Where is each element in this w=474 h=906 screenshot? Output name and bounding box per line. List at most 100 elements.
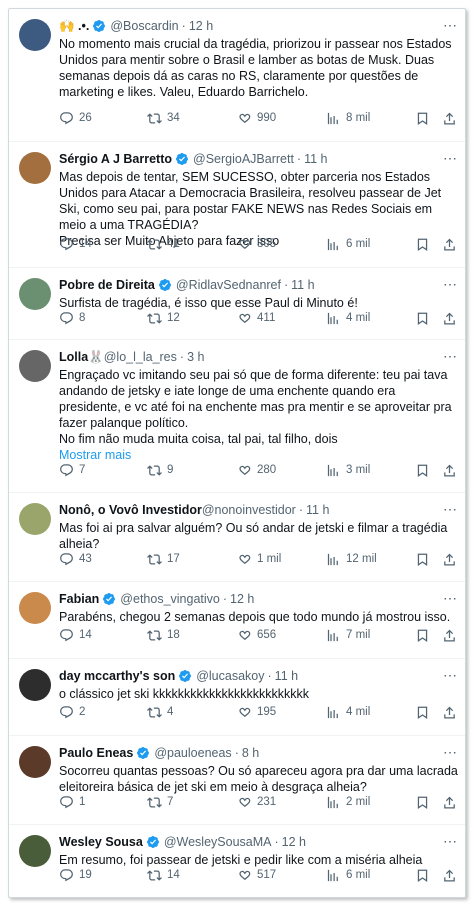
reply-tweet[interactable]: Pobre de Direita @RidlavSednanref · 11 h… (9, 268, 465, 340)
avatar[interactable] (19, 592, 51, 624)
bookmark-button[interactable] (415, 793, 430, 811)
display-name[interactable]: 🙌 .•. (59, 19, 89, 34)
reply-button[interactable]: 26 (59, 109, 92, 127)
views-button[interactable]: 12 mil (326, 550, 377, 568)
avatar[interactable] (19, 835, 51, 867)
bookmark-button[interactable] (415, 235, 430, 253)
retweet-button[interactable]: 7 (147, 793, 173, 811)
avatar[interactable] (19, 19, 51, 51)
retweet-button[interactable]: 12 (147, 309, 180, 327)
user-handle[interactable]: @pauloeneas (154, 746, 231, 760)
display-name[interactable]: Paulo Eneas (59, 746, 133, 760)
like-button[interactable]: 280 (237, 461, 276, 479)
timestamp[interactable]: 12 h (282, 835, 306, 849)
timestamp[interactable]: 11 h (306, 503, 329, 517)
share-button[interactable] (442, 461, 457, 479)
views-button[interactable]: 7 mil (326, 626, 370, 644)
bookmark-button[interactable] (415, 550, 430, 568)
views-button[interactable]: 6 mil (326, 866, 370, 884)
timestamp[interactable]: 11 h (291, 278, 314, 292)
user-handle[interactable]: @Boscardin (110, 19, 178, 33)
reply-tweet[interactable]: Fabian @ethos_vingativo · 12 h Parabéns,… (9, 582, 465, 659)
like-button[interactable]: 805 (237, 235, 276, 253)
display-name[interactable]: Wesley Sousa (59, 835, 143, 849)
avatar[interactable] (19, 503, 51, 535)
retweet-button[interactable]: 4 (147, 703, 173, 721)
user-handle[interactable]: @lo_l_la_res (104, 350, 177, 364)
user-handle[interactable]: @RidlavSednanref (176, 278, 281, 292)
reply-button[interactable]: 14 (59, 235, 92, 253)
display-name[interactable]: Sérgio A J Barretto (59, 152, 172, 166)
display-name[interactable]: Fabian (59, 592, 99, 606)
retweet-button[interactable]: 18 (147, 626, 180, 644)
views-button[interactable]: 3 mil (326, 461, 370, 479)
more-options-icon[interactable]: ⋯ (443, 276, 457, 293)
bookmark-button[interactable] (415, 309, 430, 327)
share-button[interactable] (442, 309, 457, 327)
retweet-button[interactable]: 9 (147, 461, 173, 479)
user-handle[interactable]: @lucasakoy (196, 669, 264, 683)
reply-tweet[interactable]: Nonô, o Vovô Investidor @nonoinvestidor … (9, 493, 465, 582)
avatar[interactable] (19, 350, 51, 382)
reply-tweet[interactable]: Paulo Eneas @pauloeneas · 8 h Socorreu q… (9, 736, 465, 825)
views-button[interactable]: 8 mil (326, 109, 370, 127)
more-options-icon[interactable]: ⋯ (443, 667, 457, 684)
views-button[interactable]: 4 mil (326, 309, 370, 327)
share-button[interactable] (442, 866, 457, 884)
like-button[interactable]: 517 (237, 866, 276, 884)
more-options-icon[interactable]: ⋯ (443, 501, 457, 518)
more-options-icon[interactable]: ⋯ (443, 744, 457, 761)
user-handle[interactable]: @ethos_vingativo (120, 592, 220, 606)
timestamp[interactable]: 11 h (304, 152, 327, 166)
more-options-icon[interactable]: ⋯ (443, 348, 457, 365)
avatar[interactable] (19, 669, 51, 701)
reply-button[interactable]: 8 (59, 309, 85, 327)
retweet-button[interactable]: 14 (147, 866, 180, 884)
like-button[interactable]: 656 (237, 626, 276, 644)
user-handle[interactable]: @SergioAJBarrett (193, 152, 294, 166)
share-button[interactable] (442, 550, 457, 568)
views-button[interactable]: 6 mil (326, 235, 370, 253)
retweet-button[interactable]: 41 (147, 235, 180, 253)
retweet-button[interactable]: 17 (147, 550, 180, 568)
like-button[interactable]: 990 (237, 109, 276, 127)
reply-tweet[interactable]: 🙌 .•. @Boscardin · 12 h No momento mais … (9, 9, 465, 142)
display-name[interactable]: Nonô, o Vovô Investidor (59, 503, 202, 517)
share-button[interactable] (442, 109, 457, 127)
more-options-icon[interactable]: ⋯ (443, 590, 457, 607)
share-button[interactable] (442, 235, 457, 253)
user-handle[interactable]: @nonoinvestidor (202, 503, 296, 517)
views-button[interactable]: 2 mil (326, 793, 370, 811)
reply-tweet[interactable]: Wesley Sousa @WesleySousaMA · 12 h Em re… (9, 825, 465, 897)
reply-button[interactable]: 7 (59, 461, 85, 479)
display-name[interactable]: Pobre de Direita (59, 278, 155, 292)
more-options-icon[interactable]: ⋯ (443, 833, 457, 850)
avatar[interactable] (19, 278, 51, 310)
more-options-icon[interactable]: ⋯ (443, 17, 457, 34)
reply-button[interactable]: 14 (59, 626, 92, 644)
share-button[interactable] (442, 703, 457, 721)
reply-button[interactable]: 43 (59, 550, 92, 568)
reply-tweet[interactable]: Sérgio A J Barretto @SergioAJBarrett · 1… (9, 142, 465, 268)
more-options-icon[interactable]: ⋯ (443, 150, 457, 167)
bookmark-button[interactable] (415, 703, 430, 721)
timestamp[interactable]: 12 h (230, 592, 254, 606)
retweet-button[interactable]: 34 (147, 109, 180, 127)
reply-button[interactable]: 1 (59, 793, 85, 811)
like-button[interactable]: 1 mil (237, 550, 281, 568)
bookmark-button[interactable] (415, 109, 430, 127)
like-button[interactable]: 195 (237, 703, 276, 721)
avatar[interactable] (19, 746, 51, 778)
user-handle[interactable]: @WesleySousaMA (164, 835, 272, 849)
reply-tweet[interactable]: Lolla🐰 @lo_l_la_res · 3 h Engraçado vc i… (9, 340, 465, 493)
bookmark-button[interactable] (415, 866, 430, 884)
views-button[interactable]: 4 mil (326, 703, 370, 721)
bookmark-button[interactable] (415, 461, 430, 479)
reply-tweet[interactable]: day mccarthy's son @lucasakoy · 11 h o c… (9, 659, 465, 736)
timestamp[interactable]: 11 h (275, 669, 298, 683)
share-button[interactable] (442, 626, 457, 644)
avatar[interactable] (19, 152, 51, 184)
display-name[interactable]: Lolla🐰 (59, 350, 104, 365)
timestamp[interactable]: 12 h (189, 19, 213, 33)
like-button[interactable]: 411 (237, 309, 275, 327)
